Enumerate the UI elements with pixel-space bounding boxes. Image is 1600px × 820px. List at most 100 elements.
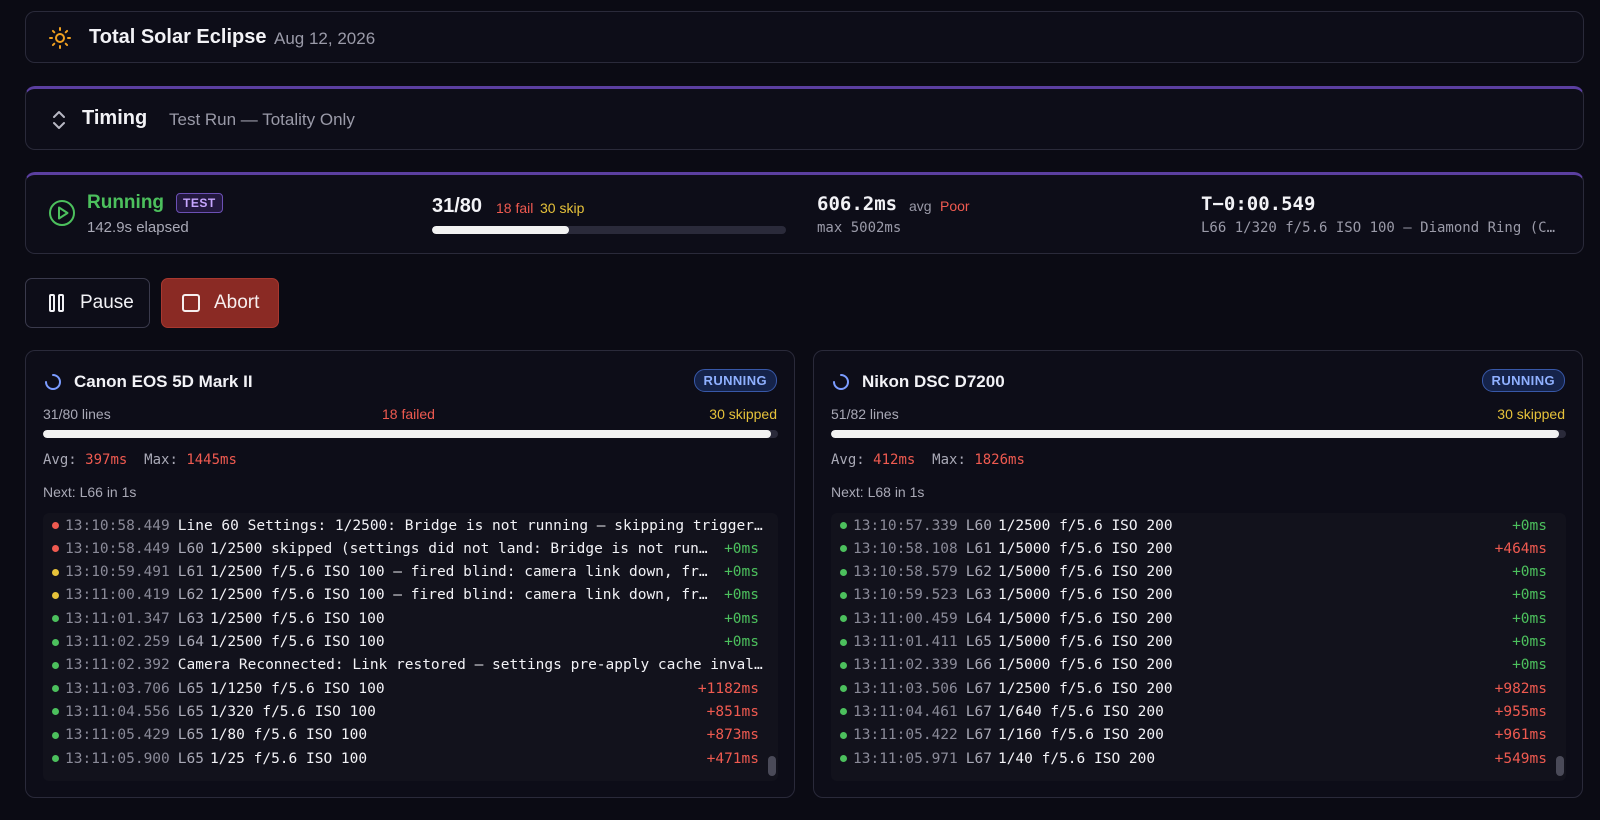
- max-label: Max:: [144, 452, 178, 468]
- max-label: Max:: [932, 452, 966, 468]
- log-timestamp: 13:10:58.108: [853, 540, 958, 557]
- fail-count: 18 fail: [496, 200, 534, 216]
- avg-label: Avg:: [831, 452, 865, 468]
- log-row: 13:11:02.339 L66 1/5000 f/5.6 ISO 200 +0ms: [831, 654, 1551, 677]
- log-delta: +0ms: [1512, 610, 1547, 627]
- log-row: 13:11:05.422 L67 1/160 f/5.6 ISO 200 +961ms: [831, 724, 1551, 747]
- log-row: 13:11:05.429 L65 1/80 f/5.6 ISO 100 +873ms: [43, 724, 763, 747]
- log-timestamp: 13:11:03.506: [853, 680, 958, 697]
- log-delta: +873ms: [706, 727, 759, 744]
- log-line-number: L65: [177, 727, 204, 744]
- pause-icon: [49, 294, 64, 312]
- log-scrollbar[interactable]: [1556, 756, 1564, 776]
- log-delta: +982ms: [1494, 680, 1547, 697]
- log-line-number: L67: [965, 750, 992, 767]
- log-delta: +0ms: [724, 564, 759, 581]
- avg-value: 397ms: [85, 452, 128, 468]
- log-row: 13:10:59.523 L63 1/5000 f/5.6 ISO 200 +0ms: [831, 584, 1551, 607]
- camera-panel-canon: Canon EOS 5D Mark II RUNNING 31/80 lines…: [25, 350, 795, 798]
- log-message: 1/5000 f/5.6 ISO 200: [997, 587, 1173, 604]
- run-status-card: Running TEST 142.9s elapsed 31/80 18 fai…: [25, 172, 1584, 254]
- lines-count: 31/80 lines: [43, 406, 111, 422]
- countdown: T−0:00.549: [1201, 193, 1316, 215]
- status-dot-icon: [52, 545, 59, 553]
- log-message: 1/160 f/5.6 ISO 200: [997, 727, 1164, 744]
- sun-icon: [49, 27, 71, 49]
- log-timestamp: 13:10:59.523: [853, 587, 958, 604]
- max-value: 1826ms: [974, 452, 1025, 468]
- log-message: 1/80 f/5.6 ISO 100: [209, 727, 368, 744]
- log-delta: +471ms: [706, 750, 759, 767]
- timing-title: Timing: [82, 107, 148, 129]
- status-dot-icon: [840, 661, 847, 669]
- camera-progress-bar: [831, 430, 1566, 438]
- log-timestamp: 13:11:00.459: [853, 610, 958, 627]
- log-delta: +0ms: [724, 587, 759, 604]
- log-timestamp: 13:11:00.419: [65, 587, 170, 604]
- failed-count: 18 failed: [382, 406, 435, 422]
- log-message: 1/2500 f/5.6 ISO 200: [997, 517, 1173, 534]
- log-line-number: L61: [177, 564, 204, 581]
- log-delta: +851ms: [706, 703, 759, 720]
- max-value: 1445ms: [186, 452, 237, 468]
- log-timestamp: 13:11:01.411: [853, 634, 958, 650]
- log-line-number: L65: [965, 634, 992, 650]
- status-dot-icon: [840, 755, 847, 762]
- stop-icon: [182, 294, 200, 312]
- lines-count: 51/82 lines: [831, 406, 899, 422]
- status-dot-icon: [52, 568, 59, 576]
- log-message: 1/5000 f/5.6 ISO 200: [997, 540, 1173, 557]
- log-message: Line 60 Settings: 1/2500: Bridge is not …: [177, 517, 763, 534]
- log-delta: +549ms: [1494, 750, 1547, 767]
- next-line: Next: L68 in 1s: [831, 484, 925, 500]
- play-circle-icon: [49, 200, 75, 226]
- log-delta: +1182ms: [697, 680, 759, 697]
- status-dot-icon: [840, 708, 847, 716]
- log-message: 1/25 f/5.6 ISO 100: [209, 750, 368, 767]
- log-line-number: L60: [965, 517, 992, 534]
- running-badge: RUNNING: [1481, 369, 1565, 392]
- log-line-number: L66: [965, 657, 992, 674]
- log-message: 1/2500 f/5.6 ISO 200: [997, 680, 1173, 697]
- log-delta: +0ms: [1512, 517, 1547, 534]
- pause-button[interactable]: Pause: [25, 278, 150, 328]
- log-message: 1/5000 f/5.6 ISO 200: [997, 610, 1173, 627]
- progress-count: 31/80: [432, 195, 483, 217]
- event-log[interactable]: 13:10:58.449 Line 60 Settings: 1/2500: Br…: [43, 513, 778, 781]
- avg-label: Avg:: [43, 452, 77, 468]
- camera-progress-bar: [43, 430, 778, 438]
- status-dot-icon: [840, 591, 847, 599]
- log-line-number: L63: [965, 587, 992, 604]
- log-scrollbar[interactable]: [768, 756, 776, 776]
- status-dot-icon: [840, 615, 847, 623]
- log-delta: +0ms: [1512, 634, 1547, 650]
- status-dot-icon: [840, 522, 847, 529]
- log-timestamp: 13:10:58.579: [853, 564, 958, 581]
- event-date: Aug 12, 2026: [274, 29, 376, 48]
- log-line-number: L64: [965, 610, 992, 627]
- log-row: 13:10:58.579 L62 1/5000 f/5.6 ISO 200 +0ms: [831, 561, 1551, 584]
- log-message: 1/320 f/5.6 ISO 100: [209, 703, 376, 720]
- log-line-number: L62: [965, 564, 992, 581]
- log-message: 1/40 f/5.6 ISO 200: [997, 750, 1156, 767]
- log-row: 13:11:03.706 L65 1/1250 f/5.6 ISO 100 +1182…: [43, 677, 763, 700]
- status-dot-icon: [52, 615, 59, 623]
- abort-button[interactable]: Abort: [161, 278, 279, 328]
- log-message: 1/2500 skipped (settings did not land: B…: [209, 540, 717, 557]
- max-latency: max 5002ms: [817, 220, 902, 236]
- status-dot-icon: [840, 731, 847, 739]
- log-message: 1/2500 f/5.6 ISO 100 — fired blind: came…: [209, 587, 717, 604]
- status-dot-icon: [840, 568, 847, 576]
- log-delta: +464ms: [1494, 540, 1547, 557]
- log-line-number: L64: [177, 634, 204, 650]
- log-row: 13:11:00.419 L62 1/2500 f/5.6 ISO 100 — fi…: [43, 584, 763, 607]
- timing-section-toggle[interactable]: Timing Test Run — Totality Only: [25, 86, 1584, 150]
- abort-label: Abort: [214, 292, 260, 313]
- event-log[interactable]: 13:10:57.339 L60 1/2500 f/5.6 ISO 200 +0ms 1…: [831, 513, 1566, 781]
- log-timestamp: 13:11:05.900: [65, 750, 170, 767]
- overall-progress-fill: [432, 226, 570, 234]
- status-dot-icon: [52, 731, 59, 739]
- log-timestamp: 13:11:02.259: [65, 634, 170, 650]
- log-delta: +0ms: [1512, 657, 1547, 674]
- status-dot-icon: [840, 545, 847, 553]
